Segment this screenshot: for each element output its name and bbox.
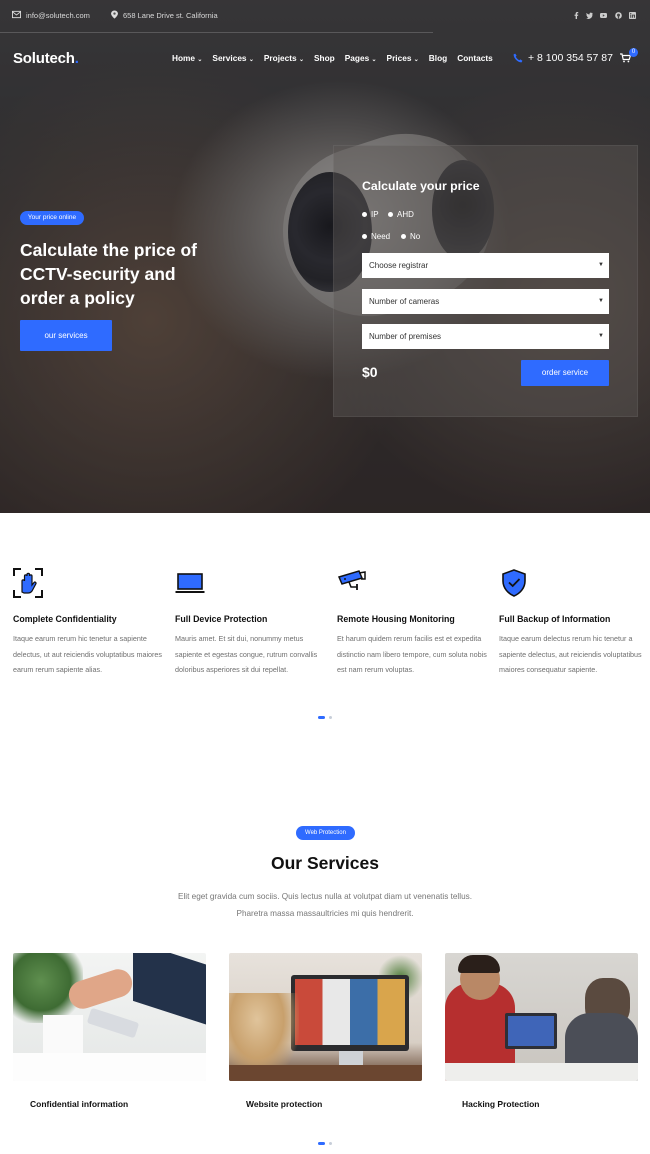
laptop-icon xyxy=(175,573,205,593)
chevron-down-icon: ⌄ xyxy=(413,57,419,63)
feature-card: Complete Confidentiality Itaque earum re… xyxy=(13,568,163,678)
nav-contacts[interactable]: Contacts xyxy=(457,53,493,63)
radio-ip[interactable]: IP xyxy=(362,210,379,219)
features-section: Complete Confidentiality Itaque earum re… xyxy=(0,513,650,771)
service-caption[interactable]: Hacking Protection xyxy=(445,1099,638,1109)
main-nav: Home ⌄ Services ⌄ Projects ⌄ Shop Pages … xyxy=(172,53,493,63)
feature-text: Itaque earum delectus rerum hic tenetur … xyxy=(499,634,642,674)
service-image-payment xyxy=(13,953,206,1081)
features-carousel-dots xyxy=(318,716,332,719)
cart-count-badge: 0 xyxy=(629,48,638,57)
youtube-icon[interactable] xyxy=(600,12,607,19)
services-title: Our Services xyxy=(271,853,379,873)
service-image-website xyxy=(229,953,422,1081)
chevron-down-icon: ⌄ xyxy=(298,57,304,63)
dropdown-arrow-icon: ▼ xyxy=(598,333,604,339)
hand-scan-icon xyxy=(13,568,43,598)
header-phone[interactable]: + 8 100 354 57 87 xyxy=(528,52,613,64)
calculated-price: $0 xyxy=(362,364,378,380)
phone-icon xyxy=(513,53,523,63)
feature-title: Complete Confidentiality xyxy=(13,614,117,624)
hero-section: info@solutech.com 658 Lane Drive st. Cal… xyxy=(0,0,650,513)
security-camera-icon xyxy=(337,570,366,590)
topbar-divider xyxy=(0,32,433,33)
nav-shop[interactable]: Shop xyxy=(314,53,335,63)
chevron-down-icon: ⌄ xyxy=(197,57,203,63)
shield-check-icon xyxy=(502,569,526,597)
nav-services[interactable]: Services ⌄ xyxy=(212,53,253,63)
service-card[interactable]: Confidential information xyxy=(13,953,206,1109)
carousel-dot[interactable] xyxy=(329,1142,332,1145)
feature-card: Full Device Protection Mauris amet. Et s… xyxy=(175,568,325,678)
feature-text: Itaque earum rerum hic tenetur a sapient… xyxy=(13,634,163,674)
services-subtitle: Elit eget gravida cum sociis. Quis lectu… xyxy=(178,892,472,918)
hero-badge: Your price online xyxy=(20,211,84,225)
our-services-button[interactable]: our services xyxy=(20,320,112,351)
service-caption[interactable]: Website protection xyxy=(229,1099,422,1109)
chevron-down-icon: ⌄ xyxy=(371,57,377,63)
service-card[interactable]: Website protection xyxy=(229,953,422,1109)
radio-no[interactable]: No xyxy=(401,232,420,241)
nav-blog[interactable]: Blog xyxy=(429,53,447,63)
carousel-dot[interactable] xyxy=(329,716,332,719)
dropdown-arrow-icon: ▼ xyxy=(598,298,604,304)
services-carousel-dots xyxy=(318,1142,332,1145)
site-logo[interactable]: Solutech. xyxy=(13,50,79,67)
mail-icon xyxy=(12,10,21,19)
nav-projects[interactable]: Projects ⌄ xyxy=(264,53,304,63)
linkedin-icon[interactable] xyxy=(629,12,636,19)
carousel-dot-active[interactable] xyxy=(318,1142,325,1145)
order-service-button[interactable]: order service xyxy=(521,360,609,386)
topbar-email[interactable]: info@solutech.com xyxy=(26,11,90,20)
registrar-select[interactable]: Choose registrar ▼ xyxy=(362,253,609,278)
dropdown-arrow-icon: ▼ xyxy=(598,262,604,268)
radio-ahd[interactable]: AHD xyxy=(388,210,414,219)
location-pin-icon xyxy=(111,10,118,19)
services-badge: Web Protection xyxy=(296,826,355,840)
github-icon[interactable] xyxy=(615,12,622,19)
feature-text: Et harum quidem rerum facilis est et exp… xyxy=(337,634,487,674)
service-image-hacking xyxy=(445,953,638,1081)
calculator-title: Calculate your price xyxy=(362,179,480,193)
price-calculator: Calculate your price IP AHD Need No Choo… xyxy=(333,145,638,417)
nav-prices[interactable]: Prices ⌄ xyxy=(387,53,419,63)
twitter-icon[interactable] xyxy=(586,12,593,19)
topbar-address: 658 Lane Drive st. California xyxy=(123,11,218,20)
feature-card: Remote Housing Monitoring Et harum quide… xyxy=(337,568,487,678)
service-caption[interactable]: Confidential information xyxy=(13,1099,206,1109)
feature-title: Full Device Protection xyxy=(175,614,268,624)
hero-title: Calculate the price of CCTV-security and… xyxy=(20,240,197,308)
services-section: Web Protection Our Services Elit eget gr… xyxy=(0,771,650,1154)
nav-pages[interactable]: Pages ⌄ xyxy=(345,53,377,63)
feature-title: Remote Housing Monitoring xyxy=(337,614,455,624)
cameras-select[interactable]: Number of cameras ▼ xyxy=(362,289,609,314)
premises-select[interactable]: Number of premises ▼ xyxy=(362,324,609,349)
chevron-down-icon: ⌄ xyxy=(248,57,254,63)
facebook-icon[interactable] xyxy=(573,12,580,19)
service-card[interactable]: Hacking Protection xyxy=(445,953,638,1109)
carousel-dot-active[interactable] xyxy=(318,716,325,719)
feature-card: Full Backup of Information Itaque earum … xyxy=(499,568,649,678)
radio-need[interactable]: Need xyxy=(362,232,390,241)
top-bar: info@solutech.com 658 Lane Drive st. Cal… xyxy=(0,0,650,33)
feature-text: Mauris amet. Et sit dui, nonummy metus s… xyxy=(175,634,318,674)
feature-title: Full Backup of Information xyxy=(499,614,611,624)
nav-home[interactable]: Home ⌄ xyxy=(172,53,202,63)
